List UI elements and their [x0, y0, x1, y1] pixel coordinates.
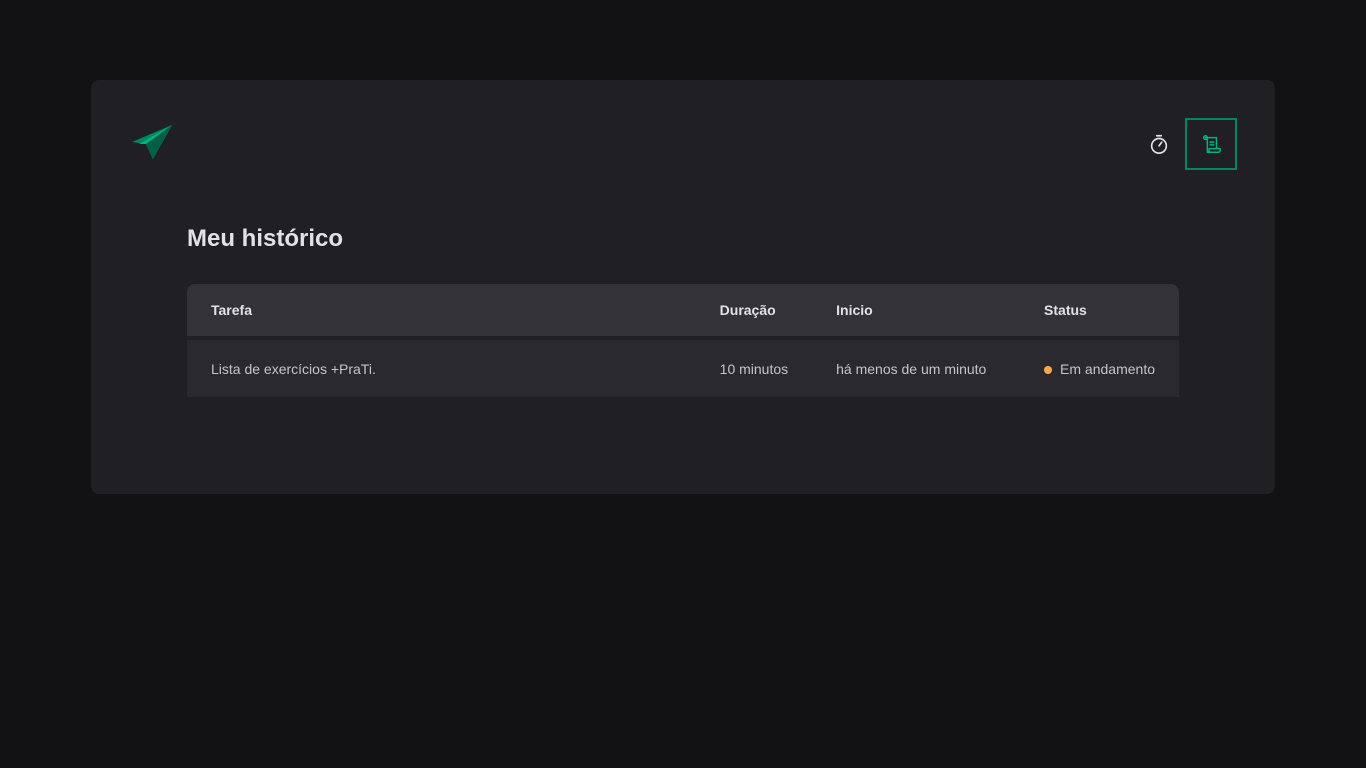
cell-start: há menos de um minuto [812, 336, 1021, 398]
status-badge: Em andamento [1044, 361, 1155, 377]
paper-plane-logo-icon[interactable] [131, 122, 173, 164]
header-nav [1133, 118, 1237, 170]
status-dot-icon [1044, 365, 1053, 374]
header [131, 118, 1237, 170]
timer-icon [1150, 134, 1168, 154]
nav-history-link[interactable] [1185, 118, 1237, 170]
column-header-status: Status [1020, 284, 1179, 339]
column-header-start: Inicio [812, 284, 1021, 339]
table-header-row: Tarefa Duração Inicio Status [187, 284, 1179, 339]
cell-task: Lista de exercícios +PraTi. [187, 336, 696, 398]
cell-status: Em andamento [1020, 336, 1179, 398]
column-header-duration: Duração [695, 284, 813, 339]
nav-timer-link[interactable] [1133, 118, 1185, 170]
history-table: Tarefa Duração Inicio Status Lista de ex… [187, 284, 1179, 398]
column-header-task: Tarefa [187, 284, 696, 339]
status-label: Em andamento [1060, 360, 1155, 377]
scroll-icon [1202, 135, 1221, 153]
cell-duration: 10 minutos [695, 336, 813, 398]
page-title: Meu histórico [187, 225, 344, 252]
history-section: Meu histórico Tarefa Duração Inicio Stat… [187, 225, 1179, 398]
app-container: Meu histórico Tarefa Duração Inicio Stat… [91, 80, 1275, 494]
table-row: Lista de exercícios +PraTi. 10 minutos h… [187, 336, 1179, 398]
